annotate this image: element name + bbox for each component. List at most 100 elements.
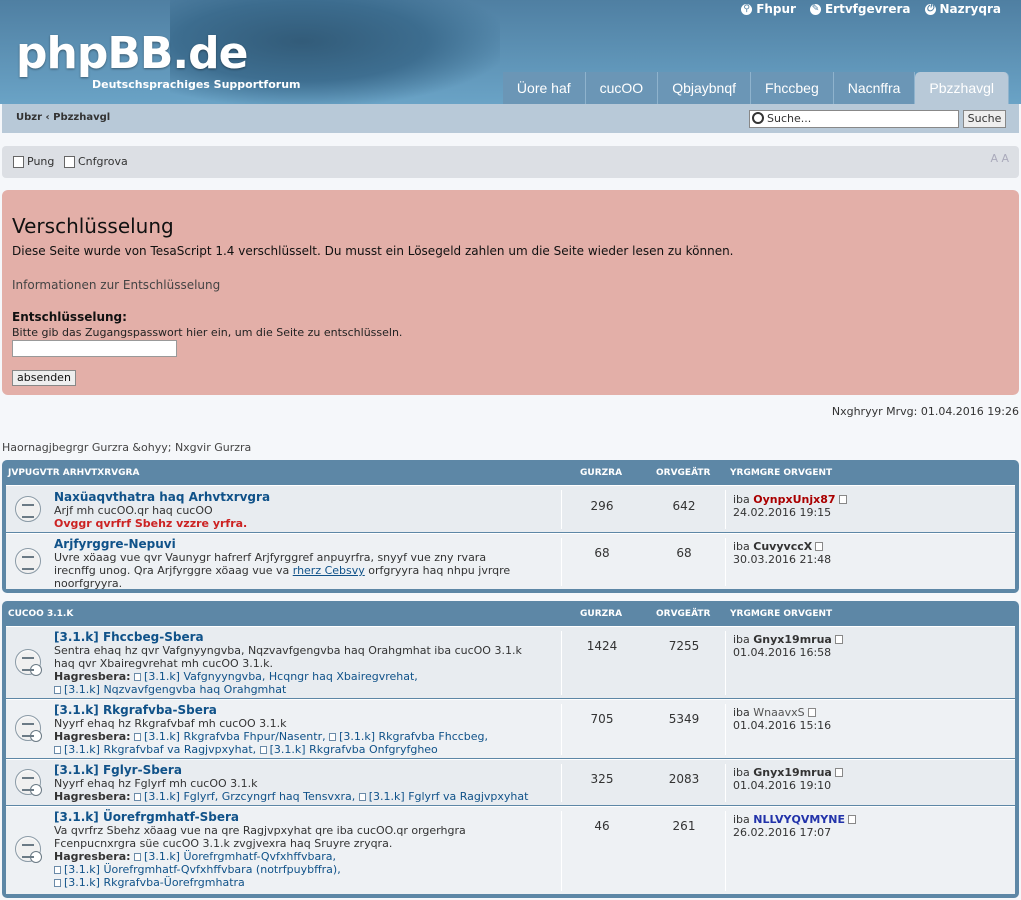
breadcrumb[interactable]: Ubzr ‹ Pbzzhavgl [16, 112, 110, 123]
profile-link[interactable]: rherz Cebsvy [293, 564, 365, 577]
topic-count: 1424 [586, 639, 618, 653]
search-input[interactable]: Suche... [749, 110, 959, 128]
forum-title[interactable]: Naxüaqvthatra haq Arhvtxrvgra [54, 490, 270, 504]
topic-count: 296 [590, 499, 614, 513]
subforum-link[interactable]: [3.1.k] Üorefrgmhatf-Qvfxhffvbara (notrf… [64, 863, 341, 876]
magnifier-icon [752, 112, 764, 124]
subforum-link[interactable]: [3.1.k] Fglyrf, Grzcyngrf haq Tensvxra, [144, 790, 355, 803]
search-icon: ⚲ [741, 3, 753, 15]
post-count: 68 [676, 546, 692, 560]
forum-desc: Arjf mh cucOO.qr haq cucOO Ovggr qvrfrf … [54, 504, 554, 530]
tab-2[interactable]: cucOO [585, 72, 659, 104]
userlink-search[interactable]: ⚲ Fhpur [741, 2, 796, 16]
topic-count: 46 [594, 819, 610, 833]
forum-desc: Sentra ehaq hz qvr Vafgnyyngvba, Nqzvavf… [54, 644, 522, 696]
post-count: 261 [672, 819, 696, 833]
document-icon [64, 155, 75, 168]
last-post-user[interactable]: WnaavxS [753, 706, 804, 719]
forum-subforums-icon [15, 715, 42, 742]
topic-count: 68 [594, 546, 610, 560]
forum-row: Arjfyrggre-Nepuvi Uvre xöaag vue qvr Vau… [6, 533, 1015, 590]
subforum-link[interactable]: [3.1.k] Rkgrafvba Fhpur/Nasentr, [144, 730, 326, 743]
subforum-link[interactable]: [3.1.k] Vafgnyyngvba, Hcqngr haq Xbaireg… [144, 670, 418, 683]
decryption-label: Entschlüsselung: [12, 310, 127, 324]
last-post: iba WnaavxS 01.04.2016 15:16 [733, 706, 832, 732]
forum-row: [3.1.k] Rkgrafvba-Sbera Nyyrf ehaq hz Rk… [6, 699, 1015, 758]
forum-read-icon [15, 548, 41, 574]
section-title[interactable]: JVPUGVTR ARHVTXRVGRA [8, 468, 139, 478]
subforum-link[interactable]: [3.1.k] Üorefrgmhatf-Qvfxhffvbara, [144, 850, 336, 863]
forum-row: Naxüaqvthatra haq Arhvtxrvgra Arjf mh cu… [6, 485, 1015, 532]
tab-1[interactable]: Üore haf [502, 72, 586, 104]
forum-read-icon [15, 496, 41, 522]
forum-row: [3.1.k] Fglyr-Sbera Nyyrf ehaq hz Fglyrf… [6, 759, 1015, 805]
forum-subforums-icon [15, 836, 42, 863]
forum-title[interactable]: [3.1.k] Fhccbeg-Sbera [54, 630, 204, 644]
subforum-link[interactable]: [3.1.k] Rkgrafvbaf va Ragjvpxyhat, [64, 743, 256, 756]
section-header: JVPUGVTR ARHVTXRVGRA GURZRA ORVGEÄTR YRG… [2, 460, 1019, 484]
col-posts: ORVGEÄTR [656, 468, 711, 478]
rules-link[interactable]: Cnfgrova [64, 155, 128, 168]
pencil-icon: ✎ [809, 3, 821, 15]
last-post: iba NLLVYQVMYNE 26.02.2016 17:07 [733, 813, 856, 839]
section-title[interactable]: CUCOO 3.1.K [8, 609, 73, 619]
view-post-icon[interactable] [807, 708, 816, 717]
forum-desc: Va qvrfrz Sbehz xöaag vue na qre Ragjvpx… [54, 824, 466, 889]
ransom-title: Verschlüsselung [12, 214, 174, 238]
post-count: 5349 [668, 712, 700, 726]
forum-desc: Uvre xöaag vue qvr Vaunygr hafrerf Arjfy… [54, 551, 511, 590]
last-post: iba Gnyx19mrua 01.04.2016 16:58 [733, 633, 843, 659]
forum-desc: Nyyrf ehaq hz Rkgrafvbaf mh cucOO 3.1.k … [54, 717, 489, 756]
subforum-link[interactable]: [3.1.k] Rkgrafvba-Üorefrgmhatra [64, 876, 245, 889]
tab-6-active[interactable]: Pbzzhavgl [915, 72, 1009, 104]
forum-warning: Ovggr qvrfrf Sbehz vzzre yrfra. [54, 517, 248, 530]
last-post-user[interactable]: Gnyx19mrua [753, 766, 832, 779]
topic-links[interactable]: Haornagjbegrgr Gurzra &ohyy; Nxgvir Gurz… [2, 441, 251, 454]
faq-link[interactable]: Pung [13, 155, 54, 168]
submit-button[interactable]: absenden [12, 370, 76, 386]
subforum-link[interactable]: [3.1.k] Nqzvavfgengvba haq Orahgmhat [64, 683, 286, 696]
userlink-login[interactable]: ⏻ Nazryqra [924, 2, 1001, 16]
view-post-icon[interactable] [834, 635, 843, 644]
decryption-info-link[interactable]: Informationen zur Entschlüsselung [12, 278, 1009, 292]
tab-3[interactable]: Qbjaybnqf [658, 72, 752, 104]
forum-desc-text: Arjf mh cucOO.qr haq cucOO [54, 504, 213, 517]
ransom-message: Diese Seite wurde von TesaScript 1.4 ver… [12, 244, 734, 258]
col-topics: GURZRA [580, 609, 623, 619]
forum-section-2: CUCOO 3.1.K GURZRA ORVGEÄTR YRGMGRE ORVG… [2, 601, 1019, 898]
last-post-user[interactable]: Gnyx19mrua [753, 633, 832, 646]
col-last-post: YRGMGRE ORVGENT [730, 468, 833, 478]
forum-subforums-icon [15, 769, 42, 796]
last-post-user[interactable]: OynpxUnjx87 [753, 493, 835, 506]
forum-title[interactable]: Arjfyrggre-Nepuvi [54, 537, 176, 551]
last-post-user[interactable]: CuvyvccX [753, 540, 812, 553]
power-icon: ⏻ [924, 3, 936, 15]
view-post-icon[interactable] [834, 768, 843, 777]
last-post: iba Gnyx19mrua 01.04.2016 19:10 [733, 766, 843, 792]
tab-4[interactable]: Fhccbeg [751, 72, 834, 104]
last-post-user[interactable]: NLLVYQVMYNE [753, 813, 845, 826]
topic-count: 325 [590, 772, 614, 786]
subforum-link[interactable]: [3.1.k] Fglyrf va Ragjvpxyhat [369, 790, 529, 803]
forum-title[interactable]: [3.1.k] Üorefrgmhatf-Sbera [54, 810, 239, 824]
forum-title[interactable]: [3.1.k] Fglyr-Sbera [54, 763, 182, 777]
post-count: 2083 [668, 772, 700, 786]
site-logo[interactable]: phpBB.de [16, 28, 248, 79]
forum-section-1: JVPUGVTR ARHVTXRVGRA GURZRA ORVGEÄTR YRG… [2, 460, 1019, 593]
view-post-icon[interactable] [847, 815, 856, 824]
last-post: iba CuvyvccX 30.03.2016 21:48 [733, 540, 832, 566]
forum-title[interactable]: [3.1.k] Rkgrafvba-Sbera [54, 703, 217, 717]
userlink-register[interactable]: ✎ Ertvfgevrera [809, 2, 911, 16]
password-input[interactable] [12, 340, 177, 357]
forum-row: [3.1.k] Fhccbeg-Sbera Sentra ehaq hz qvr… [6, 626, 1015, 698]
main-nav-tabs: Üore haf cucOO Qbjaybnqf Fhccbeg Nacnffr… [502, 72, 1009, 104]
topic-count: 705 [590, 712, 614, 726]
subforum-link[interactable]: [3.1.k] Rkgrafvba Onfgryfgheo [270, 743, 438, 756]
section-header: CUCOO 3.1.K GURZRA ORVGEÄTR YRGMGRE ORVG… [2, 601, 1019, 625]
tab-5[interactable]: Nacnffra [833, 72, 916, 104]
view-post-icon[interactable] [815, 542, 824, 551]
search-button[interactable]: Suche [963, 110, 1006, 128]
font-size-toggle[interactable]: A A [990, 152, 1009, 165]
view-post-icon[interactable] [838, 495, 847, 504]
subforum-link[interactable]: [3.1.k] Rkgrafvba Fhccbeg, [339, 730, 488, 743]
